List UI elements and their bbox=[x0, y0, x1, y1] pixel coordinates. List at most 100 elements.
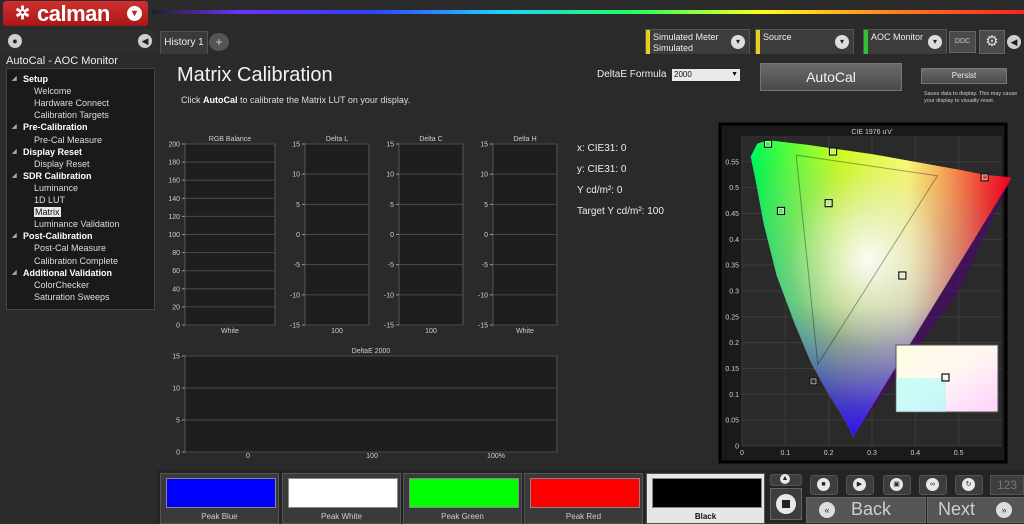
x-tick-label: 0 bbox=[740, 450, 744, 457]
y-tick-label: 120 bbox=[168, 214, 180, 221]
x-tick-label: 0.2 bbox=[824, 450, 834, 457]
stop-small-icon: ■ bbox=[817, 478, 830, 491]
save-button[interactable]: ▣ bbox=[883, 475, 911, 495]
y-tick-label: 10 bbox=[172, 386, 180, 393]
back-label: Back bbox=[851, 499, 892, 519]
y-tick-label: -5 bbox=[388, 262, 394, 269]
y-tick-label: 0.35 bbox=[725, 263, 739, 270]
patch-peak-white[interactable]: Peak White bbox=[282, 473, 401, 524]
loop-button[interactable]: ∞ bbox=[919, 475, 947, 495]
x-tick-label: 100 bbox=[366, 453, 378, 460]
y-tick-label: -15 bbox=[384, 323, 394, 330]
y-tick-label: 10 bbox=[386, 172, 394, 179]
x-tick-label: 0 bbox=[246, 453, 250, 460]
save-icon: ▣ bbox=[890, 478, 903, 491]
x-tick-label: 0.5 bbox=[954, 450, 964, 457]
y-tick-label: 0 bbox=[484, 232, 488, 239]
y-tick-label: 20 bbox=[172, 304, 180, 311]
stop-measure-button[interactable]: ■ bbox=[810, 475, 838, 495]
next-arrow-icon: » bbox=[996, 502, 1012, 518]
patch-peak-blue[interactable]: Peak Blue bbox=[160, 473, 279, 524]
next-button[interactable]: Next » bbox=[927, 497, 1024, 523]
x-tick-label: 0.1 bbox=[780, 450, 790, 457]
y-tick-label: 80 bbox=[172, 250, 180, 257]
back-button[interactable]: « Back bbox=[806, 497, 926, 523]
patch-label: Peak Red bbox=[565, 512, 602, 521]
y-tick-label: 15 bbox=[172, 354, 180, 361]
y-tick-label: 0 bbox=[176, 323, 180, 330]
y-tick-label: 15 bbox=[386, 142, 394, 149]
y-tick-label: 200 bbox=[168, 142, 180, 149]
y-tick-label: -10 bbox=[478, 292, 488, 299]
refresh-button[interactable]: ↻ bbox=[955, 475, 983, 495]
charts-layer: RGB Balance020406080100120140160180200Wh… bbox=[168, 122, 1011, 464]
play-button[interactable]: ▶ bbox=[846, 475, 874, 495]
zoom-inset-tint bbox=[896, 378, 946, 412]
y-tick-label: 5 bbox=[390, 202, 394, 209]
y-tick-label: 0.55 bbox=[725, 159, 739, 166]
patch-swatch bbox=[409, 478, 519, 508]
y-tick-label: 0.45 bbox=[725, 211, 739, 218]
y-tick-label: 5 bbox=[296, 202, 300, 209]
patch-black[interactable]: Black bbox=[646, 473, 765, 524]
counter-display: 123 bbox=[990, 475, 1024, 495]
y-tick-label: 0.3 bbox=[729, 289, 739, 296]
y-tick-label: 100 bbox=[168, 232, 180, 239]
y-tick-label: 160 bbox=[168, 178, 180, 185]
y-tick-label: -10 bbox=[384, 292, 394, 299]
patch-swatch bbox=[288, 478, 398, 508]
y-tick-label: -10 bbox=[290, 292, 300, 299]
play-icon: ▶ bbox=[853, 478, 866, 491]
x-tick-label: White bbox=[516, 328, 534, 335]
y-tick-label: -5 bbox=[294, 262, 300, 269]
y-tick-label: 0.15 bbox=[725, 366, 739, 373]
patch-swatch bbox=[166, 478, 276, 508]
chart-title: Delta H bbox=[513, 136, 536, 143]
y-tick-label: 5 bbox=[484, 202, 488, 209]
chart-title: Delta C bbox=[419, 136, 442, 143]
y-tick-label: -15 bbox=[478, 323, 488, 330]
y-tick-label: 0 bbox=[296, 232, 300, 239]
chart-title: CIE 1976 u'v' bbox=[851, 129, 892, 136]
stop-button[interactable] bbox=[770, 488, 802, 520]
y-tick-label: 0.1 bbox=[729, 392, 739, 399]
y-tick-label: 10 bbox=[292, 172, 300, 179]
y-tick-label: 180 bbox=[168, 160, 180, 167]
y-tick-label: 0.2 bbox=[729, 340, 739, 347]
x-tick-label: 100 bbox=[425, 328, 437, 335]
x-tick-label: White bbox=[221, 328, 239, 335]
refresh-icon: ↻ bbox=[962, 478, 975, 491]
y-tick-label: 60 bbox=[172, 268, 180, 275]
x-tick-label: 0.4 bbox=[910, 450, 920, 457]
chevron-up-icon: ▲ bbox=[780, 474, 790, 484]
y-tick-label: 0 bbox=[390, 232, 394, 239]
infinity-icon: ∞ bbox=[926, 478, 939, 491]
patch-label: Peak Green bbox=[441, 512, 484, 521]
patch-peak-green[interactable]: Peak Green bbox=[403, 473, 522, 524]
stop-icon bbox=[776, 494, 796, 514]
scroll-up-button[interactable]: ▲ bbox=[770, 474, 802, 486]
y-tick-label: -15 bbox=[290, 323, 300, 330]
chart-title: DeltaE 2000 bbox=[352, 348, 391, 355]
y-tick-label: 0.05 bbox=[725, 418, 739, 425]
back-arrow-icon: « bbox=[819, 502, 835, 518]
patch-label: Peak Blue bbox=[201, 512, 238, 521]
y-tick-label: 0.5 bbox=[729, 185, 739, 192]
chart-plot-area bbox=[184, 355, 558, 453]
y-tick-label: 0 bbox=[735, 444, 739, 451]
patch-label: Peak White bbox=[321, 512, 362, 521]
y-tick-label: 15 bbox=[292, 142, 300, 149]
y-tick-label: 0.4 bbox=[729, 237, 739, 244]
chart-title: RGB Balance bbox=[209, 136, 252, 143]
y-tick-label: 0 bbox=[176, 450, 180, 457]
patch-peak-red[interactable]: Peak Red bbox=[524, 473, 643, 524]
y-tick-label: 5 bbox=[176, 418, 180, 425]
x-tick-label: 0.3 bbox=[867, 450, 877, 457]
y-tick-label: -5 bbox=[482, 262, 488, 269]
x-tick-label: 100% bbox=[487, 453, 505, 460]
y-tick-label: 15 bbox=[480, 142, 488, 149]
x-tick-label: 100 bbox=[331, 328, 343, 335]
y-tick-label: 0.25 bbox=[725, 314, 739, 321]
chart-title: Delta L bbox=[326, 136, 348, 143]
patch-swatch bbox=[652, 478, 762, 508]
